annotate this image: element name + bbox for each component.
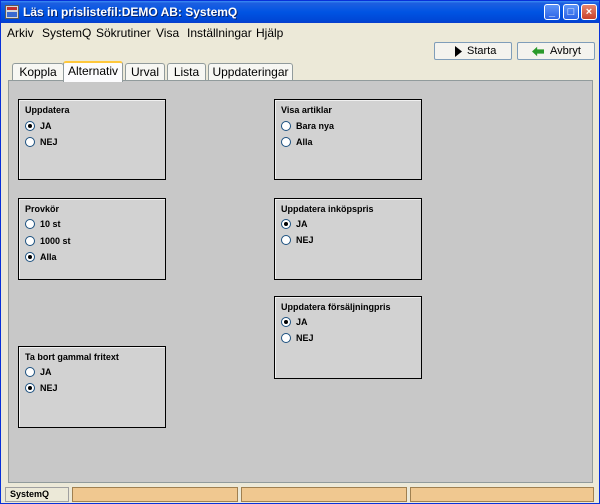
option-label: NEJ <box>40 383 58 393</box>
tab-alternativ[interactable]: Alternativ <box>63 61 123 82</box>
status-cell <box>410 487 594 502</box>
radio-button[interactable] <box>25 236 35 246</box>
group-title: Ta bort gammal fritext <box>25 352 119 362</box>
option-label: JA <box>296 219 308 229</box>
radio-button[interactable] <box>25 252 35 262</box>
option-label: NEJ <box>296 333 314 343</box>
tab-lista[interactable]: Lista <box>167 63 206 81</box>
app-window: Läs in prislistefil:DEMO AB: SystemQ _ □… <box>0 0 600 504</box>
title-bar[interactable]: Läs in prislistefil:DEMO AB: SystemQ _ □… <box>1 1 599 23</box>
group-uppdatera: Uppdatera JA NEJ <box>18 99 166 180</box>
play-arrow-icon <box>455 46 462 57</box>
group-uppdatera-forsaljningpris: Uppdatera försäljningpris JA NEJ <box>274 296 422 379</box>
menu-installningar[interactable]: Inställningar <box>187 26 252 40</box>
tab-uppdateringar[interactable]: Uppdateringar <box>208 63 293 81</box>
status-cell <box>241 487 407 502</box>
group-title: Uppdatera försäljningpris <box>281 302 391 312</box>
tab-strip: Koppla Alternativ Urval Lista Uppdaterin… <box>1 61 599 82</box>
option-label: Alla <box>40 252 57 262</box>
option-label: JA <box>296 317 308 327</box>
group-provkor: Provkör 10 st 1000 st Alla <box>18 198 166 280</box>
start-button[interactable]: Starta <box>434 42 512 60</box>
maximize-button[interactable]: □ <box>563 4 579 20</box>
cancel-button-label: Avbryt <box>550 45 581 57</box>
close-button[interactable]: × <box>581 4 597 20</box>
minimize-button[interactable]: _ <box>544 4 560 20</box>
option-label: NEJ <box>296 235 314 245</box>
radio-button[interactable] <box>25 137 35 147</box>
radio-button[interactable] <box>25 219 35 229</box>
status-bar: SystemQ <box>1 485 599 503</box>
menu-hjalp[interactable]: Hjälp <box>256 26 283 40</box>
start-button-label: Starta <box>467 45 497 57</box>
toolbar: Starta Avbryt <box>1 42 599 61</box>
status-cell <box>72 487 238 502</box>
option-label: Bara nya <box>296 121 335 131</box>
group-title: Uppdatera <box>25 105 70 115</box>
option-label: 10 st <box>40 219 61 229</box>
group-title: Uppdatera inköpspris <box>281 204 374 214</box>
option-label: NEJ <box>40 137 58 147</box>
radio-button[interactable] <box>281 219 291 229</box>
radio-button[interactable] <box>281 235 291 245</box>
cancel-button[interactable]: Avbryt <box>517 42 595 60</box>
group-ta-bort-fritext: Ta bort gammal fritext JA NEJ <box>18 346 166 428</box>
tab-koppla[interactable]: Koppla <box>12 63 64 81</box>
option-label: JA <box>40 121 52 131</box>
menu-bar: Arkiv SystemQ Sökrutiner Visa Inställnin… <box>1 23 599 42</box>
app-icon <box>5 5 19 19</box>
option-label: 1000 st <box>40 236 71 246</box>
tab-urval[interactable]: Urval <box>125 63 165 81</box>
menu-visa[interactable]: Visa <box>156 26 179 40</box>
option-label: Alla <box>296 137 313 147</box>
group-title: Visa artiklar <box>281 105 332 115</box>
option-label: JA <box>40 367 52 377</box>
radio-button[interactable] <box>281 121 291 131</box>
menu-arkiv[interactable]: Arkiv <box>7 26 34 40</box>
radio-button[interactable] <box>25 367 35 377</box>
group-title: Provkör <box>25 204 60 214</box>
window-title: Läs in prislistefil:DEMO AB: SystemQ <box>23 5 238 19</box>
radio-button[interactable] <box>281 317 291 327</box>
radio-button[interactable] <box>281 333 291 343</box>
status-app-name: SystemQ <box>5 487 69 502</box>
group-visa-artiklar: Visa artiklar Bara nya Alla <box>274 99 422 180</box>
menu-systemq[interactable]: SystemQ <box>42 26 91 40</box>
radio-button[interactable] <box>25 121 35 131</box>
group-uppdatera-inkopspris: Uppdatera inköpspris JA NEJ <box>274 198 422 280</box>
options-panel: Uppdatera JA NEJ Provkör 10 st 1000 st A… <box>8 80 593 483</box>
radio-button[interactable] <box>25 383 35 393</box>
menu-sokrutiner[interactable]: Sökrutiner <box>96 26 151 40</box>
back-arrow-icon <box>532 46 544 57</box>
radio-button[interactable] <box>281 137 291 147</box>
